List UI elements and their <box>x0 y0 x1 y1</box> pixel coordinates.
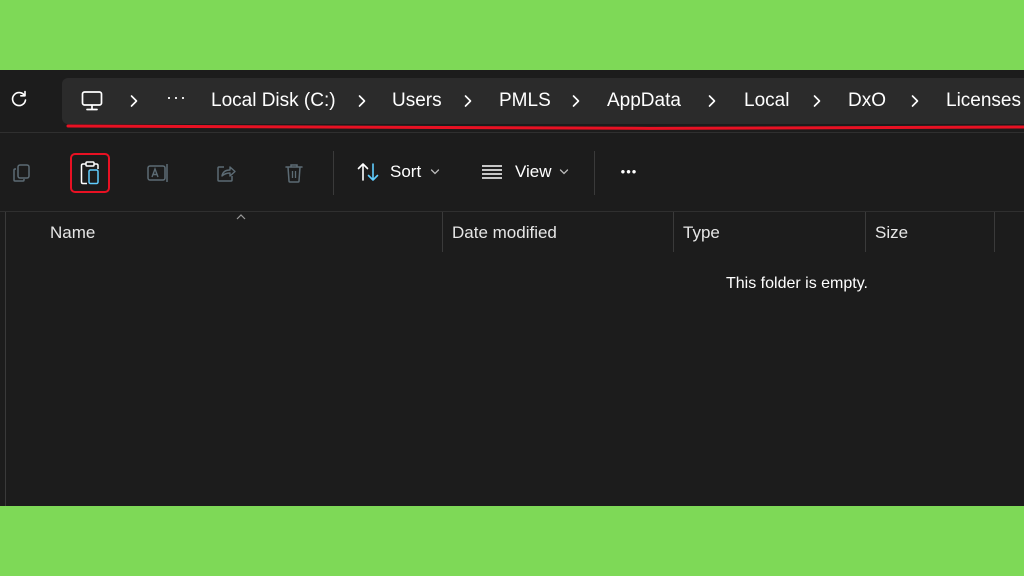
breadcrumb-item-appdata[interactable]: AppData <box>607 78 681 124</box>
share-icon <box>217 166 236 182</box>
breadcrumb-item-dxo[interactable]: DxO <box>848 78 886 124</box>
breadcrumb-item-licenses[interactable]: Licenses <box>946 78 1021 124</box>
sort-label: Sort <box>390 162 422 181</box>
delete-button[interactable] <box>276 155 312 191</box>
command-bar: Sort View ••• <box>0 133 1024 211</box>
chevron-right-icon <box>464 95 472 107</box>
chevron-right-icon <box>358 95 366 107</box>
share-button[interactable] <box>208 155 244 191</box>
file-list: Name Date modified Type Size This folder… <box>0 212 1024 506</box>
rename-icon <box>147 164 168 182</box>
breadcrumb-item-users[interactable]: Users <box>392 78 442 124</box>
chevron-right-icon <box>911 95 919 107</box>
file-explorer-window: ··· Local Disk (C:) Users PMLS AppData L… <box>0 70 1024 506</box>
chevron-right-icon <box>813 95 821 107</box>
navigation-pane-edge <box>5 212 6 506</box>
column-header-size[interactable]: Size <box>875 212 908 252</box>
column-header-date-modified[interactable]: Date modified <box>452 212 557 252</box>
this-pc-icon <box>81 91 103 111</box>
column-divider[interactable] <box>673 212 674 252</box>
breadcrumb-item-local-disk[interactable]: Local Disk (C:) <box>211 78 336 124</box>
toolbar-separator <box>333 151 334 195</box>
column-divider[interactable] <box>442 212 443 252</box>
rename-button[interactable] <box>140 155 176 191</box>
sort-icon <box>357 163 379 181</box>
see-more-button[interactable]: ••• <box>610 155 648 191</box>
chevron-down-icon <box>430 169 440 175</box>
chevron-down-icon <box>559 169 569 175</box>
chevron-right-icon <box>708 95 716 107</box>
chevron-right-icon <box>130 95 138 107</box>
view-list-icon <box>482 165 502 179</box>
chevron-right-icon <box>572 95 580 107</box>
view-button[interactable]: View <box>476 133 576 211</box>
copy-icon <box>13 164 30 182</box>
refresh-button[interactable] <box>4 84 34 114</box>
sort-ascending-caret-icon <box>236 214 246 220</box>
paste-icon <box>80 161 99 185</box>
copy-button[interactable] <box>4 155 40 191</box>
column-divider[interactable] <box>865 212 866 252</box>
paste-button[interactable] <box>70 153 110 193</box>
breadcrumb-overflow-button[interactable]: ··· <box>166 74 187 120</box>
view-label: View <box>515 162 552 181</box>
address-row: ··· Local Disk (C:) Users PMLS AppData L… <box>0 70 1024 132</box>
sort-button[interactable]: Sort <box>350 133 446 211</box>
toolbar-separator <box>594 151 595 195</box>
empty-folder-message: This folder is empty. <box>726 275 868 292</box>
trash-icon <box>285 164 303 183</box>
address-bar[interactable]: ··· Local Disk (C:) Users PMLS AppData L… <box>62 78 1024 124</box>
breadcrumb-item-pmls[interactable]: PMLS <box>499 78 551 124</box>
column-header-name[interactable]: Name <box>50 212 95 252</box>
column-divider[interactable] <box>994 212 995 252</box>
refresh-icon <box>11 90 27 107</box>
breadcrumb-item-local[interactable]: Local <box>744 78 789 124</box>
column-header-type[interactable]: Type <box>683 212 720 252</box>
